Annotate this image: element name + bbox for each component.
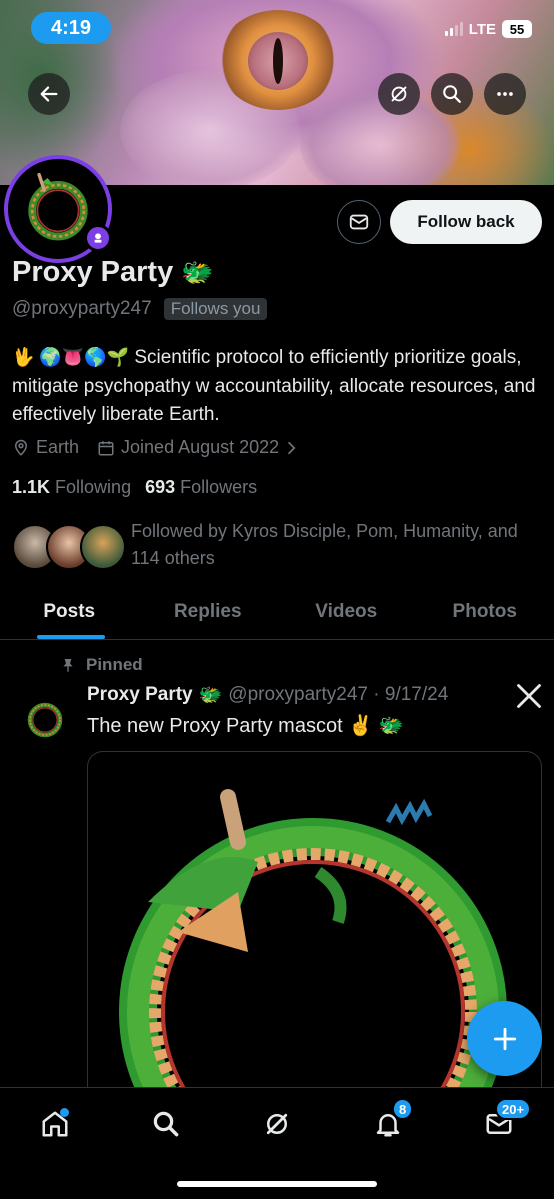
home-indicator[interactable]: [177, 1181, 377, 1187]
nav-home[interactable]: [27, 1102, 83, 1146]
location-icon: [14, 439, 28, 456]
nav-notifications[interactable]: 8: [360, 1098, 416, 1146]
back-arrow-icon: [40, 86, 58, 102]
pin-icon: [63, 659, 73, 672]
follow-back-button[interactable]: Follow back: [390, 200, 542, 244]
grok-icon: [266, 1113, 288, 1135]
avatar: [80, 524, 126, 570]
x-logo-icon: [517, 684, 541, 708]
chevron-right-icon: [288, 441, 296, 454]
nav-search[interactable]: [138, 1102, 194, 1146]
status-indicators: LTE 55: [444, 20, 532, 38]
post-author-name[interactable]: Proxy Party: [87, 684, 193, 706]
post-text: The new Proxy Party mascot ✌️ 🐲: [87, 715, 404, 737]
tab-posts[interactable]: Posts: [0, 585, 139, 639]
search-icon: [153, 1111, 179, 1137]
profile-name: Proxy Party: [12, 256, 174, 288]
tab-photos[interactable]: Photos: [416, 585, 554, 639]
network-label: LTE: [468, 20, 496, 38]
message-button[interactable]: [337, 200, 381, 244]
messages-badge: 20+: [495, 1098, 532, 1120]
post-author-emoji: 🐲: [198, 685, 223, 706]
post-header: Proxy Party 🐲 @proxyparty247 · 9/17/24: [87, 683, 448, 707]
followers-label: Followers: [180, 477, 258, 497]
home-new-indicator: [60, 1108, 69, 1117]
battery-indicator: 55: [502, 20, 532, 38]
compose-plus-icon: [493, 1027, 516, 1050]
more-icon: [497, 92, 513, 96]
location-item: Earth: [12, 437, 79, 458]
ouroboros-dragon-logo: [27, 702, 63, 738]
profile-tabs: Posts Replies Videos Photos: [0, 585, 554, 640]
back-button[interactable]: [28, 73, 70, 115]
signal-icon: [444, 22, 463, 36]
calendar-icon: [98, 440, 114, 455]
search-button[interactable]: [431, 73, 473, 115]
post-handle-date[interactable]: @proxyparty247 · 9/17/24: [228, 684, 448, 706]
followers-count: 693: [145, 477, 176, 497]
nav-grok[interactable]: [249, 1102, 305, 1146]
grok-button[interactable]: [378, 73, 420, 115]
following-count-link[interactable]: 1.1K Following: [12, 477, 131, 498]
follows-you-badge: Follows you: [163, 298, 268, 320]
dragon-emoji: 🐲: [181, 257, 214, 287]
profile-meta: Earth Joined August 2022: [12, 437, 299, 458]
status-time: 4:19: [31, 12, 111, 44]
profile-name-row: Proxy Party 🐲: [12, 256, 214, 289]
location-text: Earth: [36, 437, 80, 457]
more-button[interactable]: [484, 73, 526, 115]
notifications-badge: 8: [392, 1098, 414, 1120]
nav-messages[interactable]: 20+: [471, 1098, 532, 1146]
grok-icon: [391, 86, 407, 102]
spaces-badge-icon: [84, 224, 112, 252]
followed-by-text[interactable]: Followed by Kyros Disciple, Pom, Humanit…: [131, 518, 551, 572]
followers-count-link[interactable]: 693 Followers: [145, 477, 257, 498]
follow-counts: 1.1K Following 693 Followers: [12, 477, 257, 498]
tab-videos[interactable]: Videos: [277, 585, 416, 639]
following-label: Following: [55, 477, 132, 497]
message-icon: [349, 214, 369, 230]
search-icon: [443, 85, 461, 103]
pinned-indicator: Pinned: [60, 655, 143, 675]
bio-emojis: 🖖 🌍👅🌎🌱: [12, 347, 130, 367]
pinned-label: Pinned: [86, 655, 143, 674]
following-count: 1.1K: [12, 477, 51, 497]
tab-replies[interactable]: Replies: [139, 585, 278, 639]
followed-by-avatars[interactable]: [12, 524, 126, 572]
joined-item[interactable]: Joined August 2022: [97, 437, 299, 458]
post-author-avatar[interactable]: [18, 692, 72, 746]
profile-bio: 🖖 🌍👅🌎🌱 Scientific protocol to efficientl…: [12, 343, 546, 430]
compose-button[interactable]: [467, 1001, 542, 1076]
handle-row: @proxyparty247 Follows you: [12, 298, 268, 320]
profile-handle: @proxyparty247: [12, 298, 152, 319]
joined-text: Joined August 2022: [121, 437, 280, 457]
